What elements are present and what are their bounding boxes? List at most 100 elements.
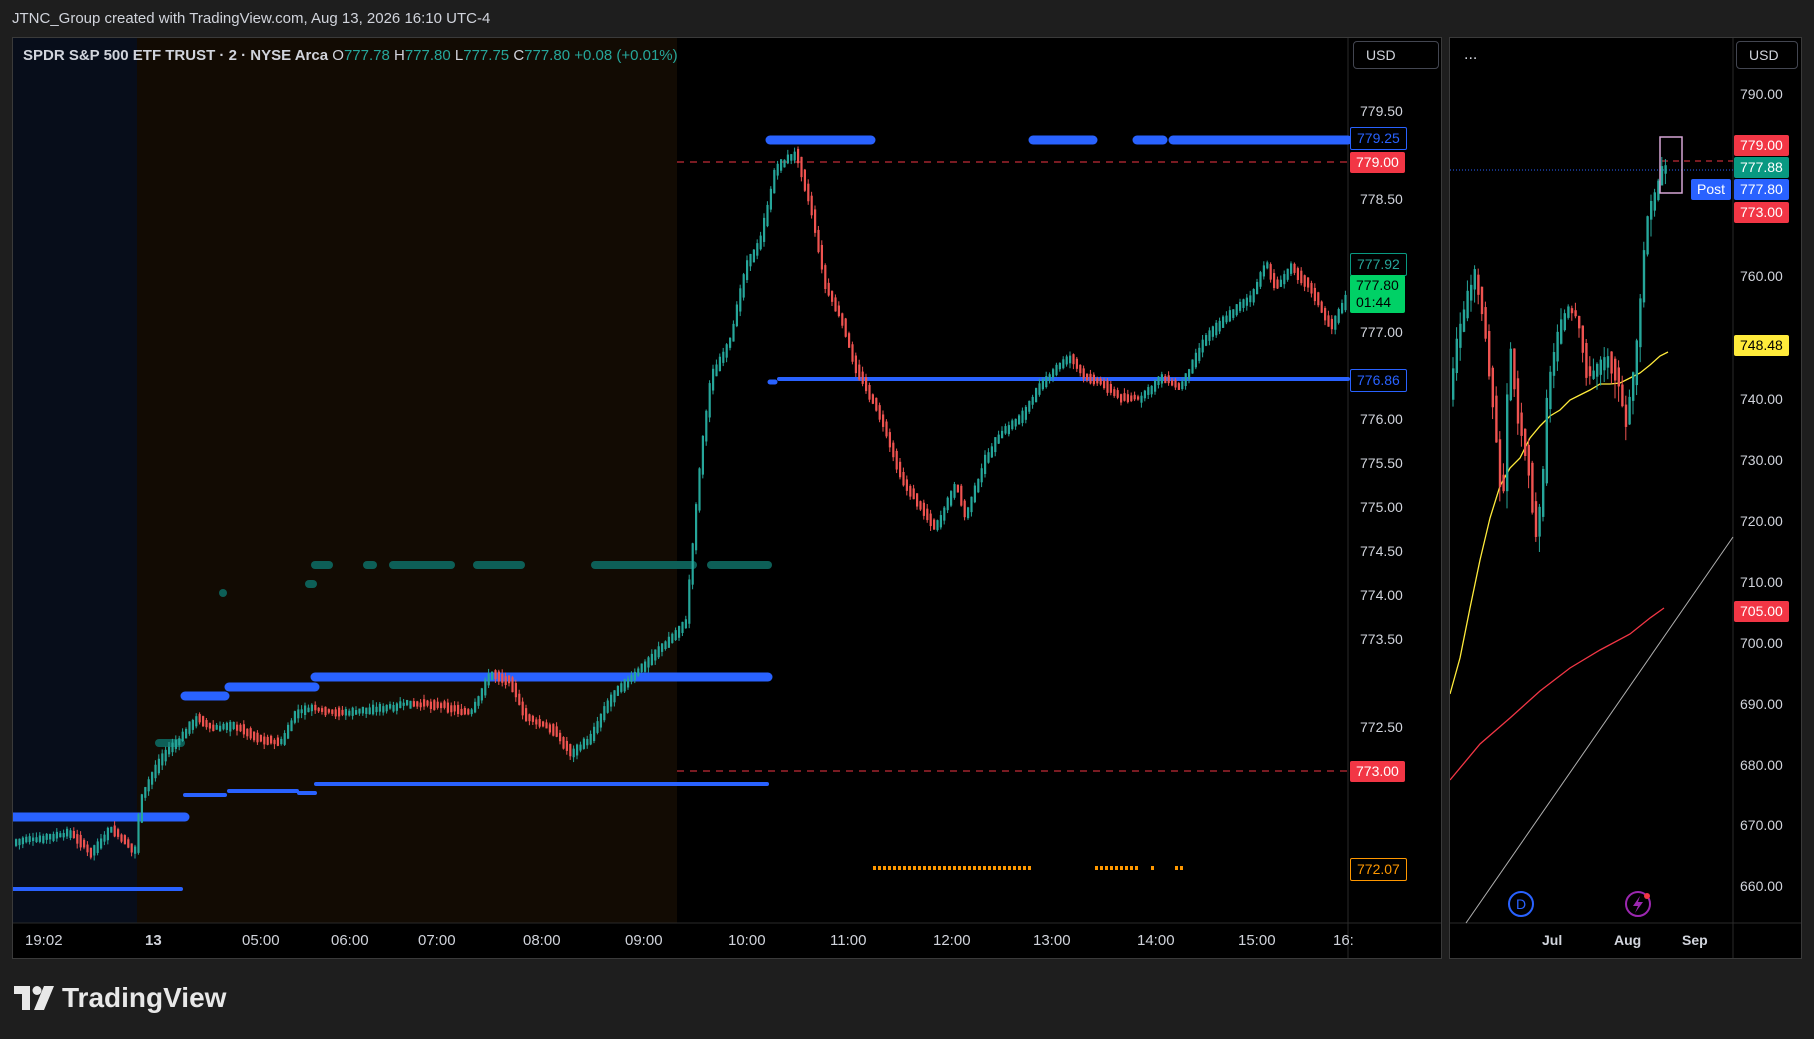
candle-body [725, 344, 728, 358]
candle-body [1341, 302, 1344, 314]
price-axis-label: 778.50 [1360, 191, 1403, 207]
candle-body [1191, 359, 1194, 374]
candle-body [32, 837, 35, 842]
candle-body [752, 249, 755, 263]
candle-body [732, 323, 735, 342]
candle-body [358, 708, 361, 714]
candle-body [344, 709, 347, 716]
daily-candle-body [1498, 439, 1502, 487]
candle-body [171, 742, 174, 753]
candle-body [205, 719, 208, 728]
candle-body [953, 484, 956, 498]
currency-button[interactable]: USD [1353, 41, 1439, 69]
candle-body [1313, 287, 1316, 302]
daily-candle-body [1574, 310, 1577, 317]
candle-body [613, 690, 616, 703]
candle-body [545, 722, 548, 729]
candle-body [606, 700, 609, 713]
candle-body [327, 709, 330, 713]
main-chart-panel[interactable]: 779.50778.50777.00776.50776.00775.50775.… [12, 37, 1442, 959]
candle-body [756, 243, 759, 256]
daily-candle-body [1527, 444, 1530, 476]
candle-body [140, 794, 143, 823]
candle-body [531, 715, 534, 722]
candle-body [837, 305, 840, 317]
candle-body [858, 364, 861, 380]
candle-body [1205, 335, 1208, 346]
candle-body [596, 721, 599, 733]
candle-body [1320, 301, 1323, 313]
candle-body [42, 835, 45, 844]
candle-body [807, 183, 810, 202]
candle-body [154, 764, 157, 779]
candle-body [528, 714, 531, 722]
candle-body [678, 626, 681, 638]
candle-body [895, 450, 898, 470]
candle-body [117, 829, 120, 837]
candle-body [1150, 385, 1153, 395]
currency-button-daily[interactable]: USD [1736, 41, 1798, 69]
candle-body [1188, 369, 1191, 380]
candle-body [705, 410, 708, 442]
candle-body [474, 701, 477, 713]
candle-body [579, 744, 582, 751]
candle-body [69, 830, 72, 838]
candle-body [324, 706, 327, 716]
price-axis-label: 773.50 [1360, 631, 1403, 647]
daily-time-axis-label: Aug [1614, 932, 1641, 948]
candle-body [749, 254, 752, 267]
candle-body [76, 834, 79, 844]
candle-body [1120, 394, 1123, 403]
candle-body [494, 670, 497, 680]
price-axis-label: 775.00 [1360, 499, 1403, 515]
tradingview-logo[interactable]: TradingView [14, 982, 226, 1014]
daily-candle-body [1632, 372, 1635, 401]
candle-body [667, 636, 670, 648]
candle-body [1011, 420, 1014, 430]
daily-candle-body [1585, 343, 1588, 378]
candle-body [25, 836, 28, 843]
candle-body [1079, 364, 1082, 374]
candle-body [423, 699, 426, 707]
symbol-legend[interactable]: SPDR S&P 500 ETF TRUST · 2 · NYSE Arca O… [23, 47, 678, 64]
main-chart-canvas[interactable]: 779.50778.50777.00776.50776.00775.50775.… [13, 38, 1441, 958]
candle-body [307, 707, 310, 713]
candle-body [1092, 374, 1095, 385]
candle-body [137, 814, 140, 853]
daily-candle-body [1567, 306, 1570, 318]
candle-body [987, 452, 990, 463]
daily-candle-body [1628, 396, 1631, 425]
candle-body [899, 461, 902, 478]
candle-body [1106, 380, 1109, 393]
candle-body [712, 368, 715, 391]
daily-price-axis-label: 730.00 [1740, 452, 1783, 468]
candle-body [773, 169, 776, 194]
candle-body [708, 383, 711, 418]
candle-body [202, 716, 205, 727]
more-menu-button[interactable]: ... [1464, 46, 1477, 64]
candle-body [28, 836, 31, 843]
candle-body [950, 491, 953, 506]
candle-body [514, 683, 517, 698]
candle-body [399, 701, 402, 709]
daily-chart-panel[interactable]: 790.00 760.00 740.00 730.00 720.00 710.00 700.… [1449, 37, 1802, 959]
candle-body [1065, 356, 1068, 365]
time-axis-label: 05:00 [242, 932, 280, 949]
tag-red-bottom: 773.00 [1350, 761, 1405, 782]
candle-body [946, 497, 949, 511]
chart-caption: JTNC_Group created with TradingView.com,… [12, 10, 491, 27]
candle-body [198, 714, 201, 723]
candle-body [1086, 373, 1089, 381]
candle-body [1062, 359, 1065, 369]
daily-candle-body [1660, 166, 1664, 186]
candle-body [1228, 310, 1231, 322]
daily-candle-body [1506, 394, 1509, 492]
candle-body [147, 779, 150, 792]
candle-body [797, 148, 800, 164]
candle-body [331, 709, 334, 714]
symbol-name[interactable]: SPDR S&P 500 ETF TRUST · 2 · NYSE Arca [23, 47, 328, 64]
candle-body [1014, 418, 1017, 427]
daily-candle-body [1495, 395, 1498, 443]
candle-body [997, 434, 1000, 444]
candle-body [491, 671, 494, 680]
